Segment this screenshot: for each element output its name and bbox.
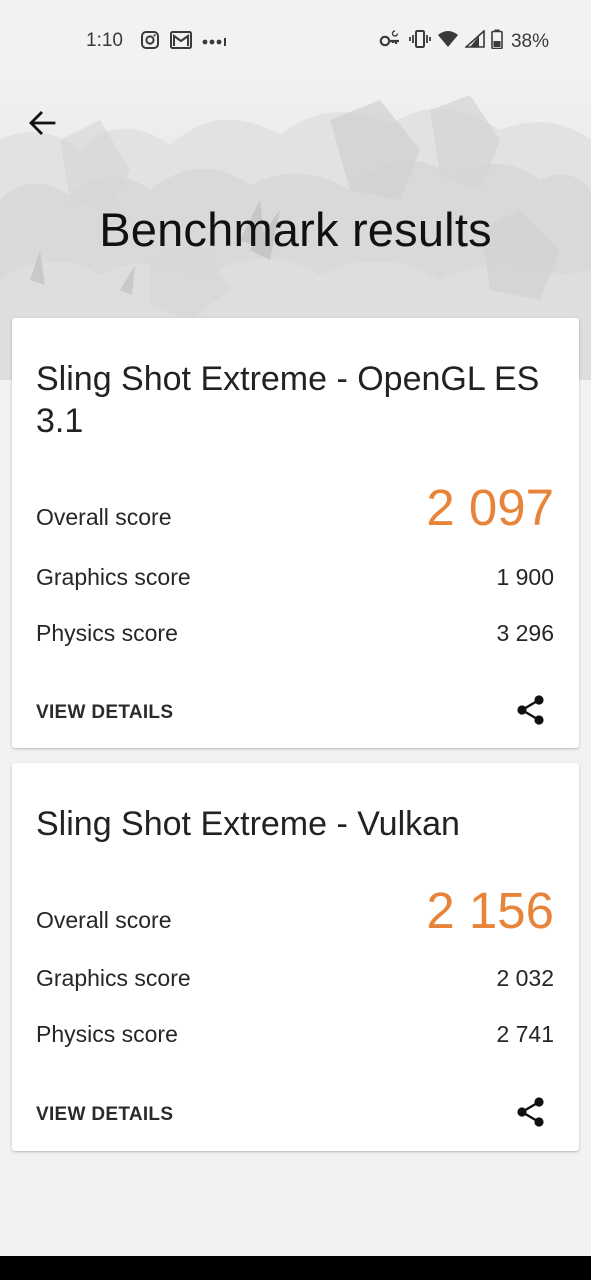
graphics-score-value: 1 900 [496, 564, 554, 590]
graphics-score-row: Graphics score 2 032 [36, 965, 554, 992]
overall-score-value: 2 097 [426, 479, 554, 536]
physics-score-label: Physics score [36, 620, 178, 646]
system-nav-bar [0, 1256, 591, 1280]
status-bar: 1:10 38% [0, 0, 591, 80]
status-time: 1:10 [86, 30, 123, 51]
share-icon [517, 1097, 544, 1127]
page-title: Benchmark results [99, 203, 492, 256]
physics-score-row: Physics score 2 741 [36, 1021, 554, 1048]
share-icon [517, 695, 544, 725]
status-left-icons [140, 30, 228, 55]
graphics-score-label: Graphics score [36, 564, 191, 590]
physics-score-label: Physics score [36, 1021, 178, 1047]
physics-score-value: 2 741 [496, 1021, 554, 1047]
test-name: Sling Shot Extreme - OpenGL ES 3.1 [36, 360, 540, 440]
physics-score-value: 3 296 [496, 620, 554, 646]
instagram-icon [140, 30, 160, 55]
view-details-button[interactable]: VIEW DETAILS [36, 1104, 173, 1126]
graphics-score-row: Graphics score 1 900 [36, 564, 554, 591]
gmail-icon [170, 31, 192, 54]
battery-icon [491, 29, 503, 54]
share-button[interactable] [513, 692, 549, 728]
result-card-opengl: Sling Shot Extreme - OpenGL ES 3.1 Overa… [12, 318, 579, 748]
status-right-icons: 38% [379, 29, 549, 54]
vibrate-icon [409, 29, 431, 54]
battery-percentage: 38% [510, 30, 549, 52]
overall-score-row: Overall score 2 097 [36, 478, 554, 537]
back-button[interactable] [22, 106, 62, 140]
overall-score-label: Overall score [36, 907, 172, 933]
graphics-score-value: 2 032 [496, 965, 554, 991]
vpn-key-icon [379, 29, 403, 54]
wifi-icon [437, 30, 459, 53]
signal-icon [463, 29, 485, 53]
graphics-score-label: Graphics score [36, 965, 191, 991]
overall-score-label: Overall score [36, 504, 172, 530]
overall-score-value: 2 156 [426, 882, 554, 939]
result-card-vulkan: Sling Shot Extreme - Vulkan Overall scor… [12, 763, 579, 1151]
physics-score-row: Physics score 3 296 [36, 620, 554, 647]
test-name: Sling Shot Extreme - Vulkan [36, 805, 460, 843]
view-details-button[interactable]: VIEW DETAILS [36, 702, 173, 724]
overall-score-row: Overall score 2 156 [36, 881, 554, 940]
share-button[interactable] [513, 1094, 549, 1130]
arrow-back-icon [29, 111, 56, 135]
more-dots-icon [202, 34, 228, 52]
